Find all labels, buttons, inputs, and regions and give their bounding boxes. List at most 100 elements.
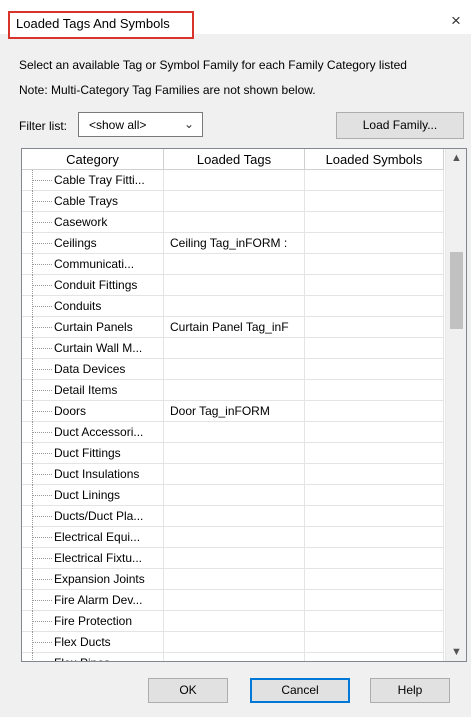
column-header-loaded-symbols[interactable]: Loaded Symbols	[305, 149, 444, 170]
category-cell[interactable]: Cable Trays	[22, 191, 164, 212]
table-row[interactable]: Ceilings Ceiling Tag_inFORM :	[22, 233, 444, 254]
loaded-symbol-cell[interactable]	[305, 401, 444, 422]
loaded-symbol-cell[interactable]	[305, 506, 444, 527]
table-row[interactable]: Duct Fittings	[22, 443, 444, 464]
loaded-symbol-cell[interactable]	[305, 233, 444, 254]
loaded-symbol-cell[interactable]	[305, 380, 444, 401]
loaded-symbol-cell[interactable]	[305, 422, 444, 443]
filter-dropdown[interactable]: <show all> ⌄	[78, 112, 203, 137]
table-row[interactable]: Expansion Joints	[22, 569, 444, 590]
category-cell[interactable]: Ceilings	[22, 233, 164, 254]
loaded-tag-cell[interactable]	[164, 254, 305, 275]
loaded-symbol-cell[interactable]	[305, 296, 444, 317]
loaded-symbol-cell[interactable]	[305, 569, 444, 590]
vertical-scrollbar[interactable]: ▲ ▼	[445, 149, 466, 661]
loaded-tag-cell[interactable]: Door Tag_inFORM	[164, 401, 305, 422]
loaded-tag-cell[interactable]	[164, 443, 305, 464]
loaded-symbol-cell[interactable]	[305, 443, 444, 464]
category-cell[interactable]: Fire Protection	[22, 611, 164, 632]
category-cell[interactable]: Duct Accessori...	[22, 422, 164, 443]
loaded-tag-cell[interactable]	[164, 653, 305, 661]
category-cell[interactable]: Curtain Wall M...	[22, 338, 164, 359]
table-row[interactable]: Doors Door Tag_inFORM	[22, 401, 444, 422]
loaded-symbol-cell[interactable]	[305, 464, 444, 485]
loaded-symbol-cell[interactable]	[305, 548, 444, 569]
help-button[interactable]: Help	[370, 678, 450, 703]
category-grid[interactable]: Category Loaded Tags Loaded Symbols Cabl…	[21, 148, 467, 662]
loaded-tag-cell[interactable]	[164, 569, 305, 590]
loaded-tag-cell[interactable]	[164, 527, 305, 548]
loaded-tag-cell[interactable]	[164, 422, 305, 443]
category-cell[interactable]: Flex Pipes	[22, 653, 164, 661]
category-cell[interactable]: Casework	[22, 212, 164, 233]
table-row[interactable]: Duct Insulations	[22, 464, 444, 485]
loaded-tag-cell[interactable]	[164, 590, 305, 611]
loaded-symbol-cell[interactable]	[305, 485, 444, 506]
loaded-symbol-cell[interactable]	[305, 527, 444, 548]
category-cell[interactable]: Electrical Equi...	[22, 527, 164, 548]
category-cell[interactable]: Cable Tray Fitti...	[22, 170, 164, 191]
category-cell[interactable]: Detail Items	[22, 380, 164, 401]
category-cell[interactable]: Duct Linings	[22, 485, 164, 506]
loaded-symbol-cell[interactable]	[305, 212, 444, 233]
loaded-symbol-cell[interactable]	[305, 359, 444, 380]
loaded-tag-cell[interactable]	[164, 380, 305, 401]
loaded-tag-cell[interactable]	[164, 464, 305, 485]
scroll-up-icon[interactable]: ▲	[446, 149, 466, 167]
loaded-symbol-cell[interactable]	[305, 170, 444, 191]
scrollbar-thumb[interactable]	[450, 252, 463, 329]
loaded-symbol-cell[interactable]	[305, 191, 444, 212]
ok-button[interactable]: OK	[148, 678, 228, 703]
table-row[interactable]: Flex Ducts	[22, 632, 444, 653]
category-cell[interactable]: Doors	[22, 401, 164, 422]
loaded-symbol-cell[interactable]	[305, 611, 444, 632]
loaded-symbol-cell[interactable]	[305, 275, 444, 296]
loaded-tag-cell[interactable]	[164, 338, 305, 359]
loaded-tag-cell[interactable]	[164, 212, 305, 233]
column-header-loaded-tags[interactable]: Loaded Tags	[164, 149, 305, 170]
loaded-tag-cell[interactable]	[164, 191, 305, 212]
category-cell[interactable]: Conduit Fittings	[22, 275, 164, 296]
table-row[interactable]: Communicati...	[22, 254, 444, 275]
loaded-tag-cell[interactable]	[164, 506, 305, 527]
table-row[interactable]: Electrical Equi...	[22, 527, 444, 548]
table-row[interactable]: Curtain Panels Curtain Panel Tag_inF	[22, 317, 444, 338]
category-cell[interactable]: Duct Insulations	[22, 464, 164, 485]
close-icon[interactable]: ×	[448, 12, 464, 30]
table-row[interactable]: Flex Pipes	[22, 653, 444, 661]
column-header-category[interactable]: Category	[22, 149, 164, 170]
category-cell[interactable]: Expansion Joints	[22, 569, 164, 590]
loaded-symbol-cell[interactable]	[305, 338, 444, 359]
loaded-symbol-cell[interactable]	[305, 653, 444, 661]
category-cell[interactable]: Data Devices	[22, 359, 164, 380]
table-row[interactable]: Cable Tray Fitti...	[22, 170, 444, 191]
loaded-tag-cell[interactable]	[164, 548, 305, 569]
loaded-symbol-cell[interactable]	[305, 254, 444, 275]
table-row[interactable]: Duct Linings	[22, 485, 444, 506]
category-cell[interactable]: Duct Fittings	[22, 443, 164, 464]
category-cell[interactable]: Conduits	[22, 296, 164, 317]
table-row[interactable]: Electrical Fixtu...	[22, 548, 444, 569]
loaded-tag-cell[interactable]	[164, 296, 305, 317]
scroll-down-icon[interactable]: ▼	[446, 643, 466, 661]
table-row[interactable]: Fire Alarm Dev...	[22, 590, 444, 611]
category-cell[interactable]: Flex Ducts	[22, 632, 164, 653]
loaded-tag-cell[interactable]	[164, 485, 305, 506]
table-row[interactable]: Detail Items	[22, 380, 444, 401]
table-row[interactable]: Data Devices	[22, 359, 444, 380]
cancel-button[interactable]: Cancel	[250, 678, 350, 703]
loaded-tag-cell[interactable]: Curtain Panel Tag_inF	[164, 317, 305, 338]
category-cell[interactable]: Fire Alarm Dev...	[22, 590, 164, 611]
table-row[interactable]: Duct Accessori...	[22, 422, 444, 443]
loaded-tag-cell[interactable]	[164, 170, 305, 191]
loaded-tag-cell[interactable]	[164, 611, 305, 632]
table-row[interactable]: Curtain Wall M...	[22, 338, 444, 359]
table-row[interactable]: Casework	[22, 212, 444, 233]
table-row[interactable]: Conduit Fittings	[22, 275, 444, 296]
loaded-symbol-cell[interactable]	[305, 590, 444, 611]
loaded-symbol-cell[interactable]	[305, 317, 444, 338]
table-row[interactable]: Fire Protection	[22, 611, 444, 632]
loaded-symbol-cell[interactable]	[305, 632, 444, 653]
table-row[interactable]: Conduits	[22, 296, 444, 317]
loaded-tag-cell[interactable]	[164, 632, 305, 653]
